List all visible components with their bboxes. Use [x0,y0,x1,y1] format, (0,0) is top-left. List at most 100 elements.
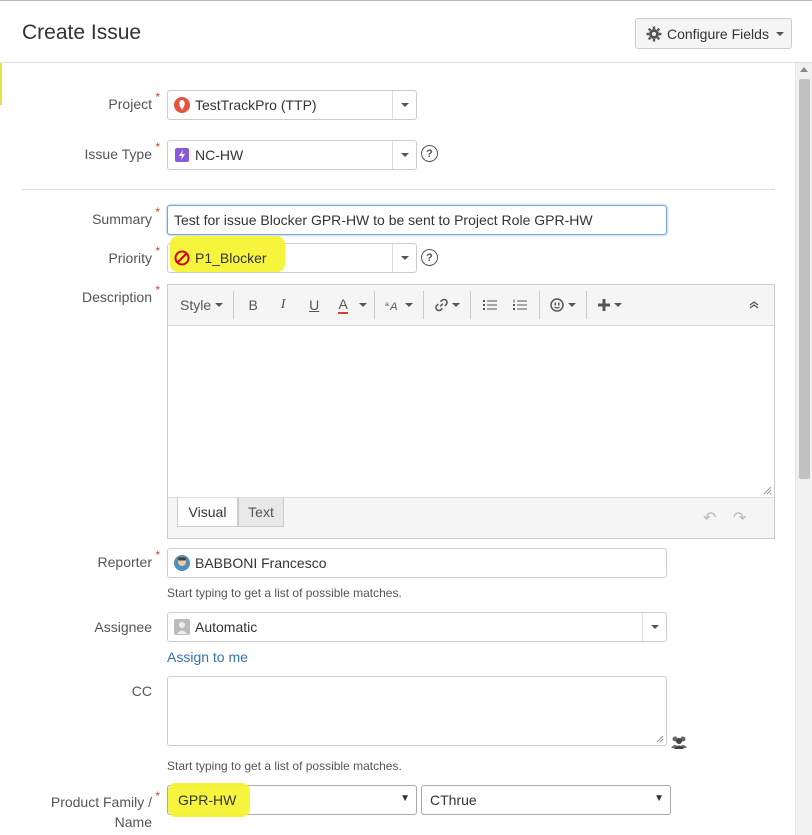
link-icon [435,298,448,312]
help-icon[interactable]: ? [421,145,438,162]
issue-type-value: NC-HW [195,147,244,163]
summary-input[interactable]: Test for issue Blocker GPR-HW to be sent… [167,205,667,235]
create-issue-dialog: Create Issue Configure Fields Project* [0,0,812,835]
product-family-label: Product Family / * Name [12,789,160,832]
product-family-select[interactable]: GPR-HW ▼ [167,783,417,817]
vertical-scrollbar[interactable] [795,63,812,835]
description-label: Description * [81,283,160,305]
text-color-button[interactable]: A [330,290,356,320]
issue-type-select[interactable]: NC-HW [167,140,417,170]
project-value: TestTrackPro (TTP) [195,97,317,113]
project-select[interactable]: TestTrackPro (TTP) [167,90,417,120]
reporter-hint: Start typing to get a list of possible m… [167,586,402,600]
toolbar-separator [539,291,541,319]
bullet-list-button[interactable] [475,290,505,320]
chevron-down-icon [452,303,461,307]
assignee-label: Assignee [94,619,152,635]
numbered-list-button[interactable] [505,290,535,320]
cc-input[interactable] [167,676,667,746]
description-editor[interactable]: Style B I U A a A Visual Text ↶ ↷ [167,284,775,539]
chevron-down-icon [568,303,577,307]
summary-value: Test for issue Blocker GPR-HW to be sent… [174,212,593,228]
dialog-header: Create Issue Configure Fields [0,1,812,63]
resize-handle-icon[interactable] [762,485,772,495]
bold-button[interactable]: B [238,290,268,320]
required-icon: * [155,789,160,803]
text-color-dropdown[interactable] [356,290,370,320]
italic-button[interactable]: I [268,290,298,320]
chevron-down-icon [400,153,409,157]
product-name-select[interactable]: CThrue ▼ [421,785,671,815]
svg-text:a: a [385,301,389,308]
emoticon-dropdown[interactable] [544,290,582,320]
user-group-icon[interactable] [670,734,688,750]
chevron-down-icon [650,625,659,629]
priority-select[interactable]: P1_Blocker [167,236,417,273]
resize-handle-icon[interactable] [656,735,664,743]
issue-type-dropdown-button[interactable] [392,141,416,169]
chevron-down-icon [614,303,623,307]
tab-text[interactable]: Text [238,498,284,527]
priority-dropdown-button[interactable] [392,244,416,272]
project-label: Project * [108,90,160,112]
cc-label: CC [131,683,152,699]
text-format-dropdown[interactable]: a A [379,290,419,320]
collapse-toolbar-button[interactable] [734,290,774,320]
assign-to-me-link[interactable]: Assign to me [167,649,248,665]
summary-label: Summary * [92,205,160,227]
editor-toolbar: Style B I U A a A [168,285,774,325]
underline-button[interactable]: U [298,290,330,320]
reporter-label: Reporter * [97,548,160,570]
priority-value: P1_Blocker [195,250,267,266]
toolbar-separator [233,291,235,319]
description-textarea[interactable] [168,325,774,498]
chevron-down-icon [400,103,409,107]
scrollbar-thumb[interactable] [799,79,810,479]
product-name-value: CThrue [430,792,477,808]
cc-hint: Start typing to get a list of possible m… [167,759,402,773]
chevron-double-up-icon [749,301,759,309]
required-icon: * [155,90,160,104]
reporter-value: BABBONI Francesco [195,555,327,571]
chevron-down-icon [405,303,414,307]
insert-more-dropdown[interactable] [591,290,629,320]
assignee-select[interactable]: Automatic [167,612,667,642]
reporter-input[interactable]: BABBONI Francesco [167,548,667,578]
plus-icon [598,299,611,311]
chevron-down-icon: ▼ [654,793,664,804]
style-dropdown[interactable]: Style [168,290,229,320]
priority-label: Priority * [108,244,160,266]
user-avatar-icon [174,555,190,571]
bullet-list-icon [483,300,498,310]
emoticon-icon [550,298,564,312]
svg-text:A: A [389,301,397,312]
scroll-up-icon[interactable] [800,67,808,72]
issue-type-icon [175,148,189,162]
project-dropdown-button[interactable] [392,91,416,119]
toolbar-separator [374,291,376,319]
chevron-down-icon: ▼ [400,793,410,804]
required-icon: * [155,205,160,219]
redo-icon[interactable]: ↷ [733,508,746,528]
blocker-icon [174,250,190,266]
link-dropdown[interactable] [428,290,466,320]
section-divider [22,189,775,190]
toolbar-separator [423,291,425,319]
gear-icon [646,26,662,41]
issue-type-label: Issue Type * [84,140,160,162]
configure-fields-label: Configure Fields [667,25,769,42]
product-family-value: GPR-HW [178,792,237,808]
help-icon[interactable]: ? [421,249,438,266]
chevron-down-icon [359,303,368,307]
chevron-down-icon [400,256,409,260]
toolbar-separator [586,291,588,319]
chevron-down-icon [215,303,224,307]
background-stripe [0,61,2,105]
required-icon: * [155,548,160,562]
assignee-dropdown-button[interactable] [642,613,666,641]
dialog-title: Create Issue [22,21,142,44]
configure-fields-button[interactable]: Configure Fields [635,18,792,49]
undo-icon[interactable]: ↶ [703,508,716,528]
toolbar-separator [470,291,472,319]
tab-visual[interactable]: Visual [177,498,238,527]
